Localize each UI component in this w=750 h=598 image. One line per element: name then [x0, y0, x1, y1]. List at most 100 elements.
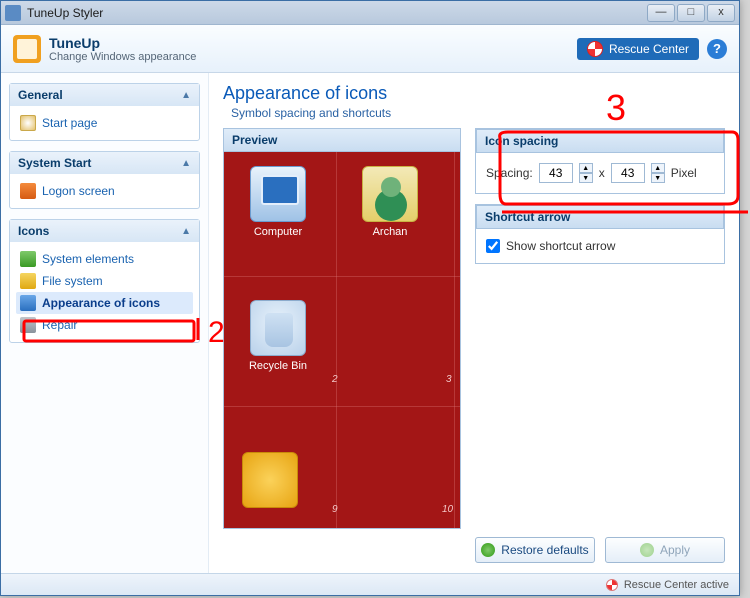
show-shortcut-arrow-label: Show shortcut arrow	[506, 239, 615, 253]
preview-header: Preview	[223, 128, 461, 152]
panel-icons: Icons ▲ System elements File system Appe…	[9, 219, 200, 343]
icon-spacing-header: Icon spacing	[476, 129, 724, 153]
grid-number: 2	[332, 374, 338, 385]
titlebar: TuneUp Styler — □ x	[1, 1, 739, 25]
rescue-center-button[interactable]: Rescue Center	[577, 38, 699, 60]
sidebar-item-file-system[interactable]: File system	[16, 270, 193, 292]
apply-button[interactable]: Apply	[605, 537, 725, 563]
statusbar: Rescue Center active	[1, 573, 739, 595]
button-row: Restore defaults Apply	[223, 529, 725, 563]
spacing-row: Spacing: ▲ ▼ x ▲ ▼	[486, 163, 714, 183]
preview-box: Preview Computer Archan	[223, 128, 461, 529]
restore-defaults-label: Restore defaults	[501, 543, 588, 557]
window-title: TuneUp Styler	[27, 6, 647, 20]
home-icon	[20, 115, 36, 131]
lifebuoy-icon	[587, 41, 603, 57]
shortcut-arrow-panel: Shortcut arrow Show shortcut arrow	[475, 204, 725, 264]
sidebar-item-start-page[interactable]: Start page	[16, 112, 193, 134]
help-button[interactable]: ?	[707, 39, 727, 59]
show-shortcut-arrow-checkbox[interactable]	[486, 239, 500, 253]
computer-icon	[250, 166, 306, 222]
header-text: TuneUp Change Windows appearance	[49, 35, 196, 63]
minimize-button[interactable]: —	[647, 4, 675, 22]
panel-system-start-header[interactable]: System Start ▲	[10, 152, 199, 174]
sidebar-item-repair[interactable]: Repair	[16, 314, 193, 336]
sidebar-item-appearance-of-icons[interactable]: Appearance of icons	[16, 292, 193, 314]
sidebar-item-label: Appearance of icons	[42, 296, 160, 310]
sidebar: General ▲ Start page System Start ▲	[1, 73, 209, 573]
window-buttons: — □ x	[647, 4, 735, 22]
spacing-unit-label: Pixel	[671, 166, 697, 180]
sidebar-item-label: Repair	[42, 318, 77, 332]
appearance-icon	[20, 295, 36, 311]
restore-icon	[481, 543, 495, 557]
desktop-icon-user: Archan	[350, 166, 430, 238]
page-subtitle: Symbol spacing and shortcuts	[223, 106, 725, 120]
spacing-h-down-button[interactable]: ▼	[579, 173, 593, 183]
panel-system-start: System Start ▲ Logon screen	[9, 151, 200, 209]
logon-icon	[20, 183, 36, 199]
panel-general-header[interactable]: General ▲	[10, 84, 199, 106]
grid-number: 9	[332, 504, 338, 515]
show-shortcut-arrow-row[interactable]: Show shortcut arrow	[486, 239, 714, 253]
spacing-v-down-button[interactable]: ▼	[651, 173, 665, 183]
user-folder-icon	[362, 166, 418, 222]
recycle-bin-icon	[250, 300, 306, 356]
grid-number: 3	[446, 374, 452, 385]
panel-system-start-title: System Start	[18, 156, 91, 170]
apply-label: Apply	[660, 543, 690, 557]
desktop-icon-computer: Computer	[238, 166, 318, 238]
tuneup-logo-icon	[13, 35, 41, 63]
panel-general: General ▲ Start page	[9, 83, 200, 141]
preview-area: Computer Archan Recycle Bin	[223, 152, 461, 529]
chevron-up-icon: ▲	[181, 226, 191, 237]
desktop-icon-label: Archan	[373, 226, 408, 238]
spacing-v-up-button[interactable]: ▲	[651, 163, 665, 173]
spacing-label: Spacing:	[486, 166, 533, 180]
file-system-icon	[20, 273, 36, 289]
desktop-icon-label: Computer	[254, 226, 302, 238]
apply-icon	[640, 543, 654, 557]
sidebar-item-label: File system	[42, 274, 103, 288]
main: Appearance of icons Symbol spacing and s…	[209, 73, 739, 573]
icon-spacing-panel: Icon spacing Spacing: ▲ ▼ x	[475, 128, 725, 194]
grid-number: 10	[442, 504, 453, 515]
header-title: TuneUp	[49, 35, 196, 51]
maximize-button[interactable]: □	[677, 4, 705, 22]
sidebar-item-label: System elements	[42, 252, 134, 266]
panel-general-title: General	[18, 88, 63, 102]
right-column: Icon spacing Spacing: ▲ ▼ x	[475, 128, 725, 529]
spacing-v-input[interactable]	[611, 163, 645, 183]
close-button[interactable]: x	[707, 4, 735, 22]
spacing-h-input[interactable]	[539, 163, 573, 183]
page-title: Appearance of icons	[223, 83, 725, 104]
chevron-up-icon: ▲	[181, 90, 191, 101]
panel-icons-header[interactable]: Icons ▲	[10, 220, 199, 242]
panel-icons-title: Icons	[18, 224, 49, 238]
lifebuoy-icon	[606, 579, 618, 591]
system-elements-icon	[20, 251, 36, 267]
sidebar-item-logon-screen[interactable]: Logon screen	[16, 180, 193, 202]
sidebar-item-system-elements[interactable]: System elements	[16, 248, 193, 270]
spacing-v-spinner: ▲ ▼	[651, 163, 665, 183]
sidebar-item-label: Logon screen	[42, 184, 115, 198]
header-subtitle: Change Windows appearance	[49, 51, 196, 63]
shortcut-arrow-header: Shortcut arrow	[476, 205, 724, 229]
header: TuneUp Change Windows appearance Rescue …	[1, 25, 739, 73]
desktop-icon-settings	[230, 452, 310, 512]
app-icon	[5, 5, 21, 21]
app-window: TuneUp Styler — □ x TuneUp Change Window…	[0, 0, 740, 596]
repair-icon	[20, 317, 36, 333]
restore-defaults-button[interactable]: Restore defaults	[475, 537, 595, 563]
sidebar-item-label: Start page	[42, 116, 97, 130]
desktop-icon-recycle-bin: Recycle Bin	[238, 300, 318, 372]
status-text: Rescue Center active	[624, 579, 729, 591]
spacing-h-up-button[interactable]: ▲	[579, 163, 593, 173]
chevron-up-icon: ▲	[181, 158, 191, 169]
desktop-icon-label: Recycle Bin	[249, 360, 307, 372]
main-row: Preview Computer Archan	[223, 128, 725, 529]
gear-icon	[242, 452, 298, 508]
rescue-center-label: Rescue Center	[609, 42, 689, 56]
spacing-h-spinner: ▲ ▼	[579, 163, 593, 183]
body: General ▲ Start page System Start ▲	[1, 73, 739, 573]
